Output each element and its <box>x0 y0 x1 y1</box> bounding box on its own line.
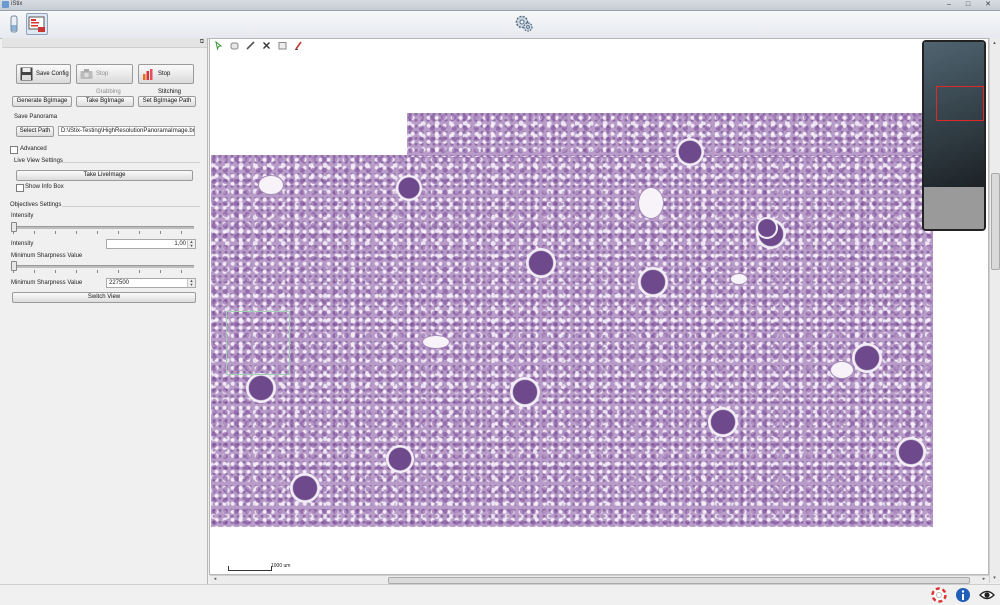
min-sharpness-slider-ticks <box>13 270 194 273</box>
window-title: iStix <box>11 1 23 7</box>
tissue-feature <box>510 377 540 407</box>
tissue-image-upper <box>407 113 933 157</box>
intensity-input[interactable]: 1,00 ▲ ▼ <box>106 239 196 249</box>
scroll-right-icon[interactable]: ▸ <box>980 576 988 583</box>
stitch-panel-icon[interactable] <box>26 13 48 35</box>
objectives-settings-label: Objectives Settings <box>10 202 62 208</box>
min-sharpness-field-label: Minimum Sharpness Value <box>11 280 83 286</box>
save-panorama-label: Save Panorama <box>14 114 58 120</box>
tissue-feature <box>258 175 284 195</box>
app-icon <box>2 1 9 8</box>
advanced-label: Advanced <box>20 146 47 152</box>
min-sharpness-spin-icon[interactable]: ▲ ▼ <box>187 279 195 287</box>
minimize-button[interactable]: – <box>943 1 955 9</box>
overview-gray-region <box>924 187 984 229</box>
overview-viewport-frame[interactable] <box>936 86 984 121</box>
title-bar: iStix – □ ✕ <box>0 0 1000 11</box>
tissue-feature <box>422 335 450 349</box>
ellipse-icon[interactable] <box>230 41 239 50</box>
scale-bar-label: 1000 um <box>271 563 291 569</box>
save-config-button[interactable]: Save Config <box>16 64 71 84</box>
show-info-box-checkbox[interactable] <box>16 184 24 192</box>
intensity-spin-icon[interactable]: ▲ ▼ <box>187 240 195 248</box>
intensity-value: 1,00 <box>174 241 186 247</box>
select-path-button[interactable]: Select Path <box>16 126 54 137</box>
panorama-viewer[interactable] <box>209 38 989 575</box>
probe-tube-icon[interactable] <box>3 13 25 35</box>
maximize-button[interactable]: □ <box>962 1 974 9</box>
delete-icon[interactable] <box>262 41 271 50</box>
scale-bar <box>228 566 272 571</box>
pen-icon[interactable] <box>246 41 255 50</box>
tissue-feature <box>852 343 882 373</box>
tissue-feature <box>246 373 276 403</box>
switch-view-button[interactable]: Switch View <box>12 292 196 303</box>
live-view-settings-label: Live View Settings <box>14 158 63 164</box>
tissue-feature <box>896 437 926 467</box>
min-sharpness-input[interactable]: 227500 ▲ ▼ <box>106 278 196 288</box>
generate-bgimage-button[interactable]: Generate BgImage <box>12 96 72 107</box>
horizontal-scrollbar[interactable]: ◂ ▸ <box>210 575 989 584</box>
scroll-down-icon[interactable]: ▾ <box>990 574 999 582</box>
floppy-icon <box>20 67 33 81</box>
tissue-feature <box>830 361 854 379</box>
stop-stitching-button[interactable]: Stop Stitching <box>138 64 194 95</box>
lifebuoy-icon[interactable] <box>931 587 947 603</box>
take-liveimage-button[interactable]: Take LiveImage <box>16 170 193 181</box>
tissue-feature <box>708 407 738 437</box>
vertical-scroll-thumb[interactable] <box>991 173 1000 270</box>
info-icon[interactable] <box>955 587 971 603</box>
advanced-checkbox[interactable] <box>10 146 18 154</box>
overview-minimap[interactable] <box>922 40 986 231</box>
stitching-chart-icon <box>143 69 153 80</box>
camera-icon <box>80 69 93 79</box>
show-info-box-label: Show Info Box <box>25 184 64 190</box>
tissue-feature <box>386 445 414 473</box>
scroll-up-icon[interactable]: ▴ <box>990 39 999 47</box>
scroll-left-icon[interactable]: ◂ <box>211 576 219 583</box>
status-bar <box>0 584 1000 605</box>
tissue-feature <box>756 217 778 239</box>
panel-header: ⧉ <box>2 38 207 48</box>
stop-grabbing-button[interactable]: Stop Grabbing <box>76 64 133 95</box>
min-sharpness-slider-label: Minimum Sharpness Value <box>11 253 83 259</box>
panorama-path-field[interactable]: D:\iStix-Testing\HighResolutionPanoramaI… <box>58 126 195 136</box>
rectangle-icon[interactable] <box>278 41 287 50</box>
set-bgimage-path-button[interactable]: Set BgImage Path <box>138 96 196 107</box>
save-config-label: Save Config <box>36 71 69 77</box>
eye-icon[interactable] <box>979 587 995 603</box>
selection-rectangle[interactable] <box>226 311 290 375</box>
stop-stitching-label: Stop Stitching <box>158 71 182 95</box>
pointer-icon[interactable] <box>214 41 223 50</box>
tissue-feature <box>676 138 704 166</box>
tissue-feature <box>396 175 422 201</box>
min-sharpness-value: 227500 <box>109 280 130 286</box>
close-button[interactable]: ✕ <box>982 1 994 9</box>
tissue-feature <box>290 473 320 503</box>
objectives-divider <box>62 206 200 207</box>
intensity-slider-track[interactable] <box>13 226 194 229</box>
intensity-field-label: Intensity <box>11 241 34 247</box>
horizontal-scroll-thumb[interactable] <box>388 577 970 584</box>
tissue-feature <box>730 273 748 285</box>
control-panel: ⧉ Save Config Stop Grabbing Stop Stitchi… <box>2 38 208 588</box>
tissue-feature <box>638 267 668 297</box>
stop-grabbing-label: Stop Grabbing <box>96 71 121 95</box>
brush-icon[interactable] <box>294 41 303 50</box>
vertical-scrollbar[interactable]: ▴ ▾ <box>989 38 1000 583</box>
main-toolbar <box>0 11 1000 39</box>
take-bgimage-button[interactable]: Take BgImage <box>76 96 134 107</box>
intensity-slider-ticks <box>13 231 194 234</box>
intensity-slider-label: Intensity <box>11 213 34 219</box>
tissue-image-lower <box>211 155 933 527</box>
tissue-feature <box>526 248 556 278</box>
panel-float-icon[interactable]: ⧉ <box>200 39 204 46</box>
tissue-feature <box>638 187 664 219</box>
min-sharpness-slider-track[interactable] <box>13 265 194 268</box>
live-view-divider <box>60 162 200 163</box>
settings-gear-icon[interactable] <box>513 13 535 35</box>
